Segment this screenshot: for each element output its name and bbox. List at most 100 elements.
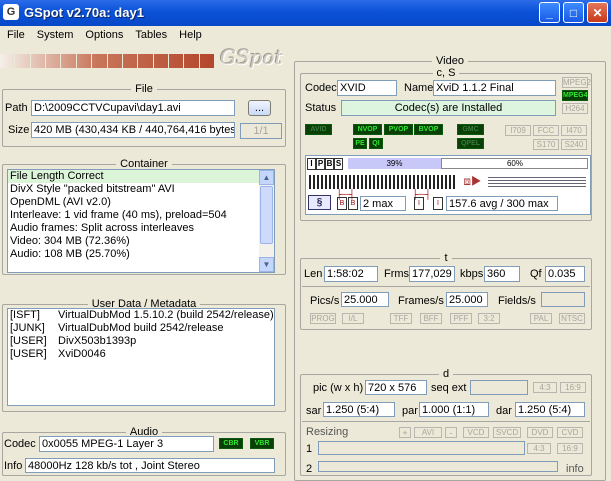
s240-indicator: S240 [561,139,587,150]
fcc-indicator: FCC [533,125,559,136]
list-item[interactable]: OpenDML (AVI v2.0) [8,196,274,209]
browse-button[interactable]: ... [248,100,271,116]
resize-vcd-button[interactable]: VCD [463,427,489,438]
timing-divider [302,286,590,287]
window-title: GSpot v2.70a: day1 [24,5,144,20]
gmc-indicator: GMC [457,124,484,135]
table-row[interactable]: [USER] XviD0046 [8,348,274,361]
userdata-tag: [USER] [10,335,47,347]
menu-file[interactable]: File [1,27,31,43]
gspot-logo: GSpot [220,45,283,69]
list-item[interactable]: DivX Style "packed bitstream" AVI [8,183,274,196]
bvop-indicator: BVOP [414,124,443,135]
seq-ext-field [470,380,528,395]
resize-cvd-button[interactable]: CVD [557,427,583,438]
resize-169-indicator: 16:9 [557,443,583,454]
scroll-up-arrow-icon[interactable]: ▲ [259,170,274,185]
maximize-button[interactable]: □ [563,2,584,23]
resize-row-2-field [318,461,558,472]
video-system-icon[interactable]: § [308,195,331,210]
ntsc-indicator: NTSC [559,313,585,324]
par-label: par [402,405,418,417]
menu-help[interactable]: Help [173,27,208,43]
seq-ext-label: seq ext [431,382,467,394]
list-item[interactable]: File Length Correct [8,170,274,183]
userdata-tag: [USER] [10,348,47,360]
table-row[interactable]: [JUNK] VirtualDubMod build 2542/release [8,322,274,335]
tff-indicator: TFF [390,313,412,324]
bitrate-line-graph [488,175,586,189]
container-scrollbar[interactable]: ▲ ▼ [259,170,274,272]
s170-indicator: S170 [533,139,559,150]
list-item[interactable]: Interleave: 1 vid frame (40 ms), preload… [8,209,274,222]
kbps-label: kbps [460,268,484,280]
par-field: 1.000 (1:1) [419,402,489,417]
userdata-value: VirtualDubMod build 2542/release [58,322,224,334]
scroll-thumb[interactable] [260,186,273,244]
sar-field: 1.250 (5:4) [323,402,395,417]
sar-label: sar [306,405,322,417]
close-button[interactable]: ✕ [587,2,608,23]
list-item[interactable]: Video: 304 MB (72.36%) [8,235,274,248]
frame-type-s: S [334,158,343,170]
i470-indicator: I470 [561,125,587,136]
nvop-indicator: NVOP [353,124,382,135]
fields-label: Fields/s [498,295,536,307]
bframe-b-icon: B [337,197,347,210]
page-indicator: 1/1 [240,123,282,139]
video-name-label: Name [404,82,434,94]
maximize-icon: □ [569,5,578,20]
pics-field: 25.000 [341,292,389,307]
container-list[interactable]: File Length Correct DivX Style "packed b… [7,169,275,273]
minimize-button[interactable]: _ [539,2,560,23]
resize-row-1-field [318,441,525,455]
resize-svcd-button[interactable]: SVCD [493,427,521,438]
path-field[interactable]: D:\2009CCTVCupavi\day1.avi [31,100,235,116]
dimension-divider [302,421,590,422]
video-name-field: XviD 1.1.2 Final [433,80,556,96]
audio-info-label: Info [4,460,23,472]
timing-subgroup-title: t [440,252,452,264]
frames-field: 25.000 [446,292,488,307]
qf-field: 0.035 [545,266,585,282]
close-icon: ✕ [592,5,603,20]
bitrate-i-icon: I [414,197,424,210]
resize-info-label: info [566,463,584,475]
resize-remove-button[interactable]: - [445,427,457,438]
menu-options[interactable]: Options [79,27,129,43]
frame-distribution-right: 60% [506,159,523,168]
userdata-tag: [ISFT] [10,309,40,321]
codec-subgroup-title: c, S [432,67,460,79]
menu-tables[interactable]: Tables [129,27,173,43]
il-indicator: I/L [342,313,364,324]
i709-indicator: I709 [505,125,531,136]
aspect-43-indicator: 4:3 [533,382,557,393]
userdata-tag: [JUNK] [10,322,45,334]
resize-dvd-button[interactable]: DVD [527,427,553,438]
pic-field: 720 x 576 [365,380,427,395]
title-bar: G GSpot v2.70a: day1 _ □ ✕ [0,0,611,26]
pics-label: Pics/s [310,295,340,307]
gspot-app-icon[interactable]: G [3,4,19,20]
bitrate-i2-icon: I [433,197,443,210]
list-item[interactable]: Audio: 108 MB (25.70%) [8,248,274,261]
bframes-field: 2 max [360,196,406,211]
len-label: Len [304,268,323,280]
aspect-169-indicator: 16:9 [560,382,586,393]
video-codec-label: Codec [305,82,337,94]
resize-43-indicator: 4:3 [527,443,551,454]
table-row[interactable]: [ISFT] VirtualDubMod 1.5.10.2 (build 2542… [8,309,274,322]
len-field: 1:58:02 [324,266,378,282]
resize-avi-button[interactable]: AVI [414,427,442,438]
table-row[interactable]: [USER] DivX503b1393p [8,335,274,348]
banner-gradient [0,54,216,68]
scroll-down-arrow-icon[interactable]: ▼ [259,257,274,272]
frame-type-p: P [316,158,325,170]
pulldown-32-indicator: 3:2 [478,313,500,324]
userdata-list[interactable]: [ISFT] VirtualDubMod 1.5.10.2 (build 2542… [7,308,275,406]
list-item[interactable]: Audio frames: Split across interleaves [8,222,274,235]
cbr-indicator: CBR [219,438,243,449]
menu-system[interactable]: System [31,27,80,43]
resizing-label: Resizing [306,426,349,438]
resize-add-button[interactable]: + [399,427,411,438]
